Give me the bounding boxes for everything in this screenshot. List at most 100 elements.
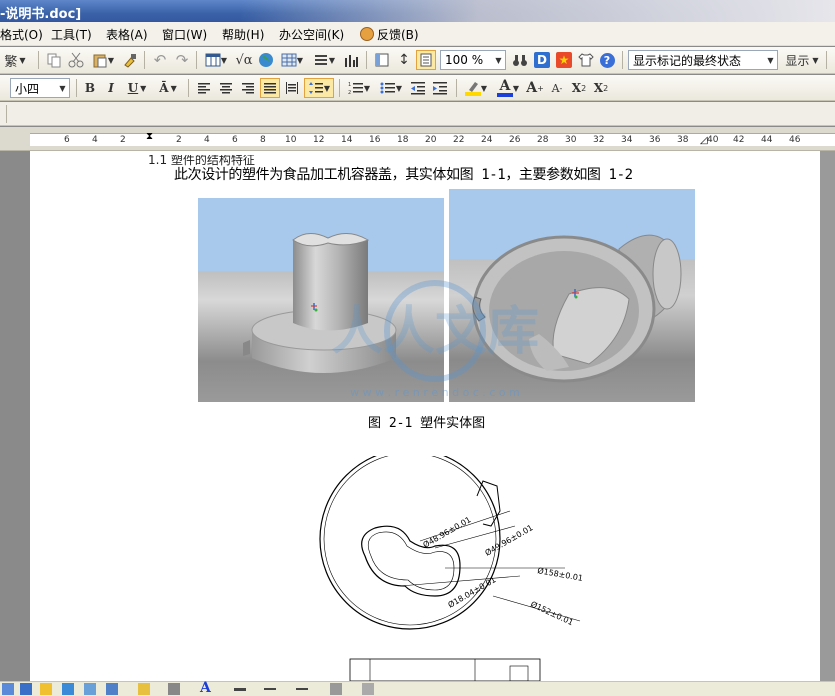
standard-toolbar: 繁 ▼ ▼ ↶ ↷ ▼ √α ▼ ▼ ↕ 100 % ▼ D ★ ? 显示标记的… — [0, 47, 835, 74]
line-color-icon[interactable] — [168, 683, 180, 695]
document-map-icon — [375, 53, 389, 67]
paste-button[interactable]: ▼ — [88, 50, 118, 70]
window-title: -说明书.doc] — [0, 7, 82, 22]
picture-icon[interactable] — [84, 683, 96, 695]
vertical-scrollbar-area[interactable] — [820, 151, 835, 681]
ruler-number: 2 — [120, 135, 126, 145]
menu-feedback[interactable]: 反馈(B) — [360, 26, 419, 43]
equation-button[interactable]: √α — [233, 50, 255, 70]
align-right-button[interactable] — [238, 78, 258, 98]
grow-font-button[interactable]: A + — [525, 78, 545, 98]
dimension-label: Ø152±0.01 — [529, 599, 575, 628]
part-photo-front — [198, 198, 444, 402]
hyperlink-button[interactable] — [256, 50, 276, 70]
align-left-button[interactable] — [194, 78, 214, 98]
numbering-button[interactable]: 1 2 ▼ — [344, 78, 374, 98]
document-map-button[interactable] — [372, 50, 392, 70]
line-spacing-button[interactable]: ▼ — [304, 78, 334, 98]
menu-format[interactable]: 格式(O) — [0, 26, 43, 43]
show-hide-marks-button[interactable]: ↕ — [394, 50, 414, 70]
textbox-icon[interactable] — [20, 683, 32, 695]
d-button[interactable]: D — [532, 50, 552, 70]
menu-window[interactable]: 窗口(W) — [162, 26, 207, 43]
horizontal-ruler[interactable]: 6 4 2 ⧗ 2 4 6 8 10 12 14 16 18 20 22 24 … — [0, 127, 835, 151]
brush-icon — [124, 54, 136, 68]
document-page[interactable]: 1.1 塑件的结构特征 此次设计的塑件为食品加工机容器盖，其实体如图 1-1，主… — [30, 151, 820, 681]
globe-icon — [259, 53, 273, 67]
menu-tools[interactable]: 工具(T) — [51, 26, 92, 43]
justify-button[interactable] — [260, 78, 280, 98]
shadow-icon[interactable] — [330, 683, 342, 695]
ruler-number: 16 — [369, 135, 381, 145]
table-grid-button[interactable]: ▼ — [278, 50, 306, 70]
copy-icon — [47, 53, 61, 68]
format-painter-button[interactable] — [120, 50, 140, 70]
chevron-down-icon: ▼ — [495, 55, 502, 65]
clipart-icon[interactable] — [106, 683, 118, 695]
show-menu-button[interactable]: 显示 ▼ — [782, 50, 822, 70]
traditional-chinese-button[interactable]: 繁 ▼ — [2, 50, 28, 70]
font-color-icon[interactable]: A — [200, 680, 211, 696]
menu-table[interactable]: 表格(A) — [106, 26, 148, 43]
undo-button[interactable]: ↶ — [150, 50, 170, 70]
toolbar-separator — [6, 105, 7, 123]
page-view-button[interactable] — [416, 50, 436, 70]
menu-help[interactable]: 帮助(H) — [222, 26, 264, 43]
shrink-font-button[interactable]: A- — [547, 78, 567, 98]
arrow-style-icon[interactable] — [296, 688, 308, 690]
columns-button[interactable]: ▼ — [310, 50, 338, 70]
align-center-button[interactable] — [216, 78, 236, 98]
shape-icon[interactable] — [2, 683, 14, 695]
title-bar: -说明书.doc] — [0, 0, 835, 22]
title-bar-gradient — [240, 0, 835, 22]
toolbar-separator — [622, 51, 623, 69]
subscript-button[interactable]: X2 — [591, 78, 611, 98]
distribute-button[interactable] — [282, 78, 302, 98]
line-style-icon[interactable] — [234, 688, 246, 691]
copy-button[interactable] — [44, 50, 64, 70]
ruler-number: 6 — [232, 135, 238, 145]
font-size-value: 小四 — [15, 81, 40, 96]
columns-icon — [314, 55, 327, 65]
menu-bar: 格式(O) 工具(T) 表格(A) 窗口(W) 帮助(H) 办公空间(K) 反馈… — [0, 22, 835, 46]
font-size-select[interactable]: 小四 ▼ — [10, 78, 70, 98]
ruler-number: 30 — [565, 135, 577, 145]
star-icon[interactable] — [40, 683, 52, 695]
redo-button[interactable]: ↷ — [172, 50, 192, 70]
char-border-button[interactable]: Ā ▼ — [153, 78, 183, 98]
part-render-front — [243, 233, 397, 373]
toolbar-separator — [196, 51, 197, 69]
cut-button[interactable] — [66, 50, 86, 70]
wordart-icon[interactable] — [62, 683, 74, 695]
increase-indent-button[interactable] — [430, 78, 450, 98]
zoom-select[interactable]: 100 % ▼ — [440, 50, 506, 70]
find-button[interactable] — [510, 50, 530, 70]
fill-color-icon[interactable] — [138, 683, 150, 695]
dash-style-icon[interactable] — [264, 688, 276, 690]
bold-button[interactable]: B — [81, 78, 99, 98]
numbered-list-icon: 12 — [348, 82, 363, 95]
bullets-button[interactable]: ▼ — [376, 78, 406, 98]
font-color-label: A — [499, 78, 511, 94]
insert-table-button[interactable]: ▼ — [202, 50, 230, 70]
shirt-button[interactable] — [576, 50, 596, 70]
indent-marker-icon[interactable]: ⧗ — [146, 131, 153, 142]
markup-state-select[interactable]: 显示标记的最终状态 ▼ — [628, 50, 778, 70]
chevron-down-icon: ▼ — [19, 55, 26, 65]
binoculars-icon — [513, 55, 527, 66]
help-button[interactable]: ? — [597, 50, 617, 70]
menu-office-space[interactable]: 办公空间(K) — [279, 26, 344, 43]
bullet-list-icon — [380, 82, 395, 94]
italic-button[interactable]: I — [102, 78, 120, 98]
indent-icon — [433, 82, 447, 95]
chart-button[interactable] — [340, 50, 362, 70]
ruler-number: 44 — [761, 135, 773, 145]
favorites-button[interactable]: ★ — [554, 50, 574, 70]
highlight-button[interactable]: ▼ — [461, 78, 491, 98]
underline-button[interactable]: U ▼ — [123, 78, 151, 98]
3d-icon[interactable] — [362, 683, 374, 695]
feedback-icon — [360, 27, 374, 41]
superscript-button[interactable]: X2 — [569, 78, 589, 98]
decrease-indent-button[interactable] — [408, 78, 428, 98]
font-color-button[interactable]: A ▼ — [493, 78, 523, 98]
